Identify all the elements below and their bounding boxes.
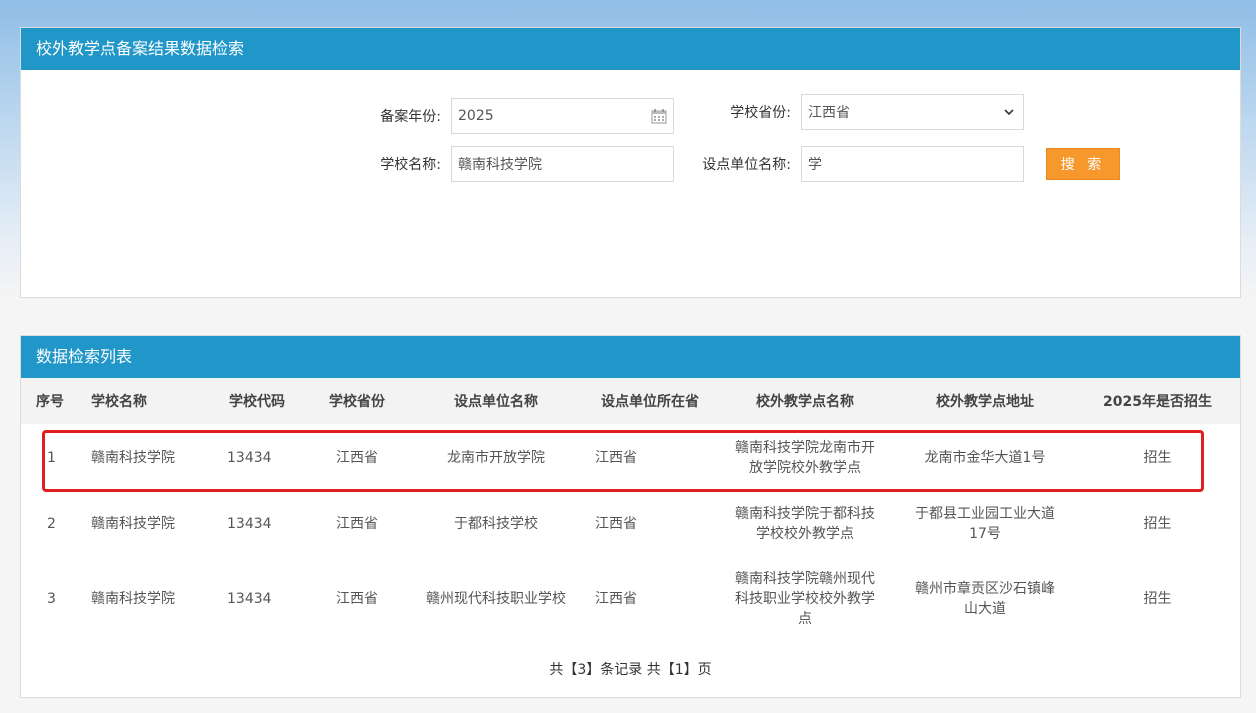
table-row: 2 赣南科技学院 13434 江西省 于都科技学校 江西省 赣南科技学院于都科技…: [21, 492, 1240, 556]
cell-point-name: 赣南科技学院龙南市开放学院校外教学点: [735, 440, 875, 476]
column-header: 2025年是否招生: [1075, 378, 1240, 424]
province-value: 江西省: [808, 105, 850, 121]
year-value: 2025: [458, 108, 494, 124]
cell-address: 赣州市章贡区沙石镇峰山大道: [915, 581, 1055, 617]
table-header-row: 序号 学校名称 学校代码 学校省份 设点单位名称 设点单位所在省 校外教学点名称…: [21, 378, 1240, 424]
table-row: 3 赣南科技学院 13434 江西省 赣州现代科技职业学校 江西省 赣南科技学院…: [21, 556, 1240, 642]
cell-point-name: 赣南科技学院赣州现代科技职业学校校外教学点: [735, 571, 875, 627]
cell-index: 3: [47, 591, 56, 607]
cell-point-name: 赣南科技学院于都科技学校校外教学点: [735, 506, 875, 542]
cell-index: 2: [47, 516, 56, 532]
column-header: 设点单位所在省: [585, 378, 715, 424]
search-panel-title: 校外教学点备案结果数据检索: [21, 28, 1240, 70]
chevron-down-icon: [1004, 109, 1014, 116]
pagination-info: 共【3】条记录 共【1】页: [549, 662, 712, 678]
cell-code: 13434: [227, 591, 272, 607]
unit-row: 设点单位名称: 学: [681, 146, 1024, 182]
cell-province: 江西省: [336, 450, 378, 466]
province-row: 学校省份: 江西省: [701, 94, 1024, 130]
column-header: 校外教学点名称: [715, 378, 895, 424]
unit-label: 设点单位名称:: [702, 157, 791, 173]
results-panel: 数据检索列表 序号 学校名称 学校代码 学校省份 设点单位名称 设点单位所在省 …: [20, 335, 1241, 698]
year-label: 备案年份:: [380, 109, 441, 125]
cell-enroll: 招生: [1143, 516, 1172, 532]
cell-enroll: 招生: [1143, 450, 1172, 466]
column-header: 学校代码: [207, 378, 307, 424]
column-header: 校外教学点地址: [895, 378, 1075, 424]
table-row: 1 赣南科技学院 13434 江西省 龙南市开放学院 江西省 赣南科技学院龙南市…: [21, 424, 1240, 492]
school-input[interactable]: 赣南科技学院: [451, 146, 674, 182]
results-panel-title: 数据检索列表: [21, 336, 1240, 378]
results-table: 序号 学校名称 学校代码 学校省份 设点单位名称 设点单位所在省 校外教学点名称…: [21, 378, 1240, 642]
search-panel: 校外教学点备案结果数据检索 备案年份: 2025 学校省份: 江西省 学校名称:…: [20, 27, 1241, 298]
school-label: 学校名称:: [380, 157, 441, 173]
cell-unit: 赣州现代科技职业学校: [426, 591, 566, 607]
cell-address: 龙南市金华大道1号: [924, 450, 1046, 466]
cell-code: 13434: [227, 450, 272, 466]
cell-index: 1: [47, 450, 56, 466]
cell-school: 赣南科技学院: [91, 516, 175, 532]
column-header: 设点单位名称: [407, 378, 585, 424]
cell-address: 于都县工业园工业大道17号: [915, 506, 1055, 542]
cell-unit-province: 江西省: [595, 516, 637, 532]
year-field[interactable]: 2025: [451, 98, 674, 134]
unit-value: 学: [808, 157, 822, 173]
year-row: 备案年份: 2025: [361, 98, 674, 134]
cell-province: 江西省: [336, 591, 378, 607]
province-label: 学校省份:: [730, 105, 791, 121]
province-select[interactable]: 江西省: [801, 94, 1024, 130]
cell-unit: 于都科技学校: [454, 516, 538, 532]
cell-school: 赣南科技学院: [91, 591, 175, 607]
cell-school: 赣南科技学院: [91, 450, 175, 466]
cell-province: 江西省: [336, 516, 378, 532]
cell-code: 13434: [227, 516, 272, 532]
cell-unit: 龙南市开放学院: [447, 450, 545, 466]
column-header: 序号: [21, 378, 79, 424]
unit-input[interactable]: 学: [801, 146, 1024, 182]
cell-enroll: 招生: [1143, 591, 1172, 607]
column-header: 学校名称: [79, 378, 207, 424]
school-row: 学校名称: 赣南科技学院: [361, 146, 674, 182]
calendar-icon[interactable]: [651, 108, 667, 124]
school-value: 赣南科技学院: [458, 157, 542, 173]
search-button[interactable]: 搜 索: [1046, 148, 1120, 180]
cell-unit-province: 江西省: [595, 591, 637, 607]
cell-unit-province: 江西省: [595, 450, 637, 466]
column-header: 学校省份: [307, 378, 407, 424]
